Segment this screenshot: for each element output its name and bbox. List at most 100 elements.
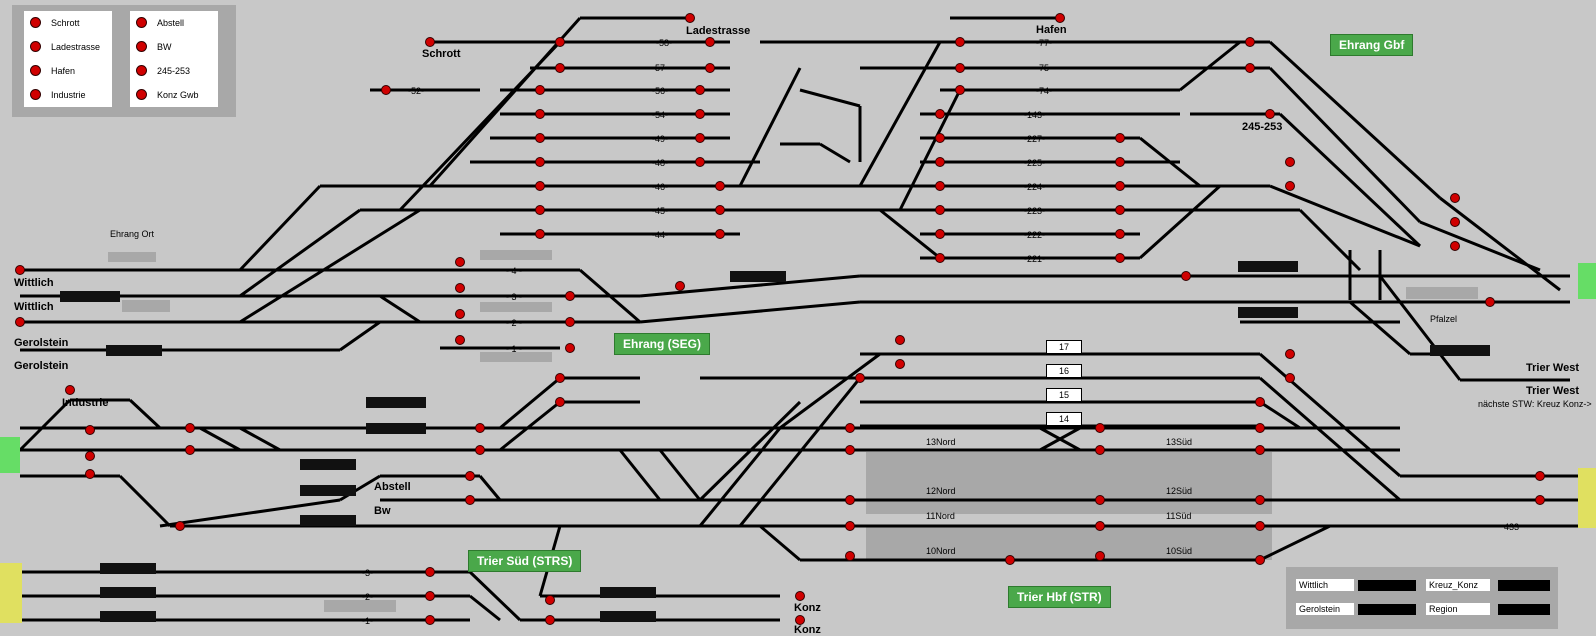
signal-icon[interactable] — [1535, 471, 1545, 481]
station-trier-hbf[interactable]: Trier Hbf (STR) — [1008, 586, 1111, 608]
signal-icon[interactable] — [695, 85, 705, 95]
signal-icon[interactable] — [555, 63, 565, 73]
signal-icon[interactable] — [535, 133, 545, 143]
legend-item[interactable]: BW — [136, 41, 172, 52]
signal-icon[interactable] — [85, 451, 95, 461]
signal-icon[interactable] — [1255, 521, 1265, 531]
signal-icon[interactable] — [535, 157, 545, 167]
signal-icon[interactable] — [1095, 551, 1105, 561]
signal-icon[interactable] — [715, 205, 725, 215]
signal-icon[interactable] — [955, 37, 965, 47]
signal-icon[interactable] — [465, 495, 475, 505]
signal-icon[interactable] — [1115, 229, 1125, 239]
signal-icon[interactable] — [545, 615, 555, 625]
signal-icon[interactable] — [715, 181, 725, 191]
bottom-legend-region[interactable]: Region — [1426, 603, 1490, 615]
signal-icon[interactable] — [475, 445, 485, 455]
signal-icon[interactable] — [685, 13, 695, 23]
signal-icon[interactable] — [895, 359, 905, 369]
signal-icon[interactable] — [1245, 63, 1255, 73]
station-trier-sued[interactable]: Trier Süd (STRS) — [468, 550, 582, 572]
signal-icon[interactable] — [705, 37, 715, 47]
signal-icon[interactable] — [845, 551, 855, 561]
station-ehrang-gbf[interactable]: Ehrang Gbf — [1330, 34, 1414, 56]
signal-icon[interactable] — [1255, 423, 1265, 433]
signal-icon[interactable] — [1450, 193, 1460, 203]
signal-icon[interactable] — [535, 181, 545, 191]
signal-icon[interactable] — [425, 591, 435, 601]
signal-icon[interactable] — [1115, 157, 1125, 167]
signal-icon[interactable] — [855, 373, 865, 383]
signal-icon[interactable] — [425, 567, 435, 577]
bottom-legend-kreuz-konz[interactable]: Kreuz_Konz — [1426, 579, 1490, 591]
signal-icon[interactable] — [1285, 373, 1295, 383]
signal-icon[interactable] — [935, 205, 945, 215]
signal-icon[interactable] — [1055, 13, 1065, 23]
signal-icon[interactable] — [1095, 423, 1105, 433]
signal-icon[interactable] — [1181, 271, 1191, 281]
signal-icon[interactable] — [175, 521, 185, 531]
signal-icon[interactable] — [565, 343, 575, 353]
legend-item[interactable]: Schrott — [30, 17, 80, 28]
signal-icon[interactable] — [795, 591, 805, 601]
signal-icon[interactable] — [185, 423, 195, 433]
signal-icon[interactable] — [1535, 495, 1545, 505]
signal-icon[interactable] — [535, 109, 545, 119]
signal-icon[interactable] — [1115, 205, 1125, 215]
signal-icon[interactable] — [535, 85, 545, 95]
signal-icon[interactable] — [185, 445, 195, 455]
signal-icon[interactable] — [535, 229, 545, 239]
signal-icon[interactable] — [955, 85, 965, 95]
signal-icon[interactable] — [1095, 495, 1105, 505]
signal-icon[interactable] — [455, 335, 465, 345]
legend-item[interactable]: Hafen — [30, 65, 75, 76]
signal-icon[interactable] — [455, 309, 465, 319]
signal-icon[interactable] — [935, 253, 945, 263]
signal-icon[interactable] — [705, 63, 715, 73]
signal-icon[interactable] — [935, 181, 945, 191]
station-ehrang-seg[interactable]: Ehrang (SEG) — [614, 333, 711, 355]
signal-icon[interactable] — [535, 205, 545, 215]
signal-icon[interactable] — [1095, 445, 1105, 455]
legend-item[interactable]: Abstell — [136, 17, 184, 28]
signal-icon[interactable] — [845, 521, 855, 531]
signal-icon[interactable] — [675, 281, 685, 291]
signal-icon[interactable] — [1115, 253, 1125, 263]
signal-icon[interactable] — [1450, 217, 1460, 227]
signal-icon[interactable] — [425, 615, 435, 625]
bottom-legend-gerolstein[interactable]: Gerolstein — [1296, 603, 1354, 615]
signal-icon[interactable] — [65, 385, 75, 395]
signal-icon[interactable] — [455, 257, 465, 267]
signal-icon[interactable] — [715, 229, 725, 239]
signal-icon[interactable] — [935, 157, 945, 167]
signal-icon[interactable] — [15, 317, 25, 327]
signal-icon[interactable] — [1485, 297, 1495, 307]
signal-icon[interactable] — [85, 425, 95, 435]
signal-icon[interactable] — [15, 265, 25, 275]
signal-icon[interactable] — [1245, 37, 1255, 47]
signal-icon[interactable] — [1255, 445, 1265, 455]
signal-icon[interactable] — [555, 397, 565, 407]
legend-item[interactable]: Industrie — [30, 89, 86, 100]
signal-icon[interactable] — [845, 495, 855, 505]
signal-icon[interactable] — [955, 63, 965, 73]
signal-icon[interactable] — [425, 37, 435, 47]
signal-icon[interactable] — [555, 373, 565, 383]
signal-icon[interactable] — [85, 469, 95, 479]
signal-icon[interactable] — [1255, 495, 1265, 505]
signal-icon[interactable] — [895, 335, 905, 345]
signal-icon[interactable] — [1255, 397, 1265, 407]
signal-icon[interactable] — [845, 445, 855, 455]
signal-icon[interactable] — [1285, 181, 1295, 191]
legend-item[interactable]: Ladestrasse — [30, 41, 100, 52]
legend-item[interactable]: 245-253 — [136, 65, 190, 76]
signal-icon[interactable] — [1095, 521, 1105, 531]
signal-icon[interactable] — [695, 109, 705, 119]
legend-item[interactable]: Konz Gwb — [136, 89, 199, 100]
signal-icon[interactable] — [1255, 555, 1265, 565]
signal-icon[interactable] — [935, 133, 945, 143]
signal-icon[interactable] — [555, 37, 565, 47]
signal-icon[interactable] — [565, 291, 575, 301]
signal-icon[interactable] — [455, 283, 465, 293]
bottom-legend-wittlich[interactable]: Wittlich — [1296, 579, 1354, 591]
